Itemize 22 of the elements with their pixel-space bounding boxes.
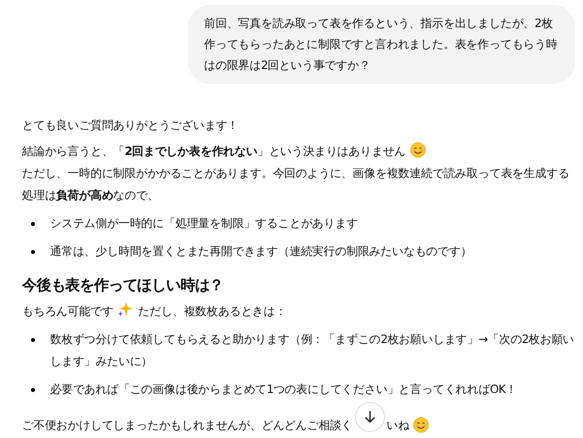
bullet-text: 必要であれば「この画像は後からまとめて1つの表にしてください」と言ってくれればOK！ — [50, 381, 517, 398]
bullet-icon — [31, 338, 35, 342]
bullet-text: 数枚ずつ分けて依頼してもらえると助かります（例：「まずこの2枚お願いします」→「次の2枚お願いします」みたいに） — [50, 331, 575, 370]
smiley-icon — [413, 417, 430, 433]
reply-conclusion: 結論から言うと、「2回までしか表を作れない」という決まりはありません — [22, 144, 406, 158]
smiley-icon — [410, 142, 426, 158]
bullet-text: 通常は、少し時間を置くとまた再開できます（連続実行の制限みたいなものです） — [50, 243, 472, 260]
reply-intro-rest: ただし、複数枚あるときは： — [138, 304, 286, 318]
section-heading: 今後も表を作ってほしい時は？ — [22, 275, 225, 296]
bullet-icon — [31, 388, 35, 392]
reply-closing: ご不便おかけしてしまったかもしれませんが、どんどんご相談く — [22, 417, 353, 434]
user-message-text: 前回、写真を読み取って表を作るという、指示を出しましたが、2枚作ってもらったあとに制限ですと言われました。表を作ってもらう時はの限界は2回という事ですか？ — [204, 16, 558, 72]
arrow-down-icon — [364, 410, 376, 424]
reply-explanation: ただし、一時的に制限がかかることがあります。今回のように、画像を複数連続で読み取って表を生成する処理は負荷が高めなので、 — [22, 165, 570, 204]
reply-closing-end: いね — [386, 417, 410, 434]
bullet-icon — [31, 250, 35, 254]
sparkles-icon — [117, 301, 134, 318]
bullet-icon — [31, 222, 35, 226]
bullet-text: システム側が一時的に「処理量を制限」することがあります — [50, 215, 358, 232]
reply-intro: もちろん可能です — [22, 304, 114, 318]
scroll-down-button[interactable] — [354, 402, 385, 432]
reply-greeting: とても良いご質問ありがとうございます！ — [22, 117, 240, 134]
